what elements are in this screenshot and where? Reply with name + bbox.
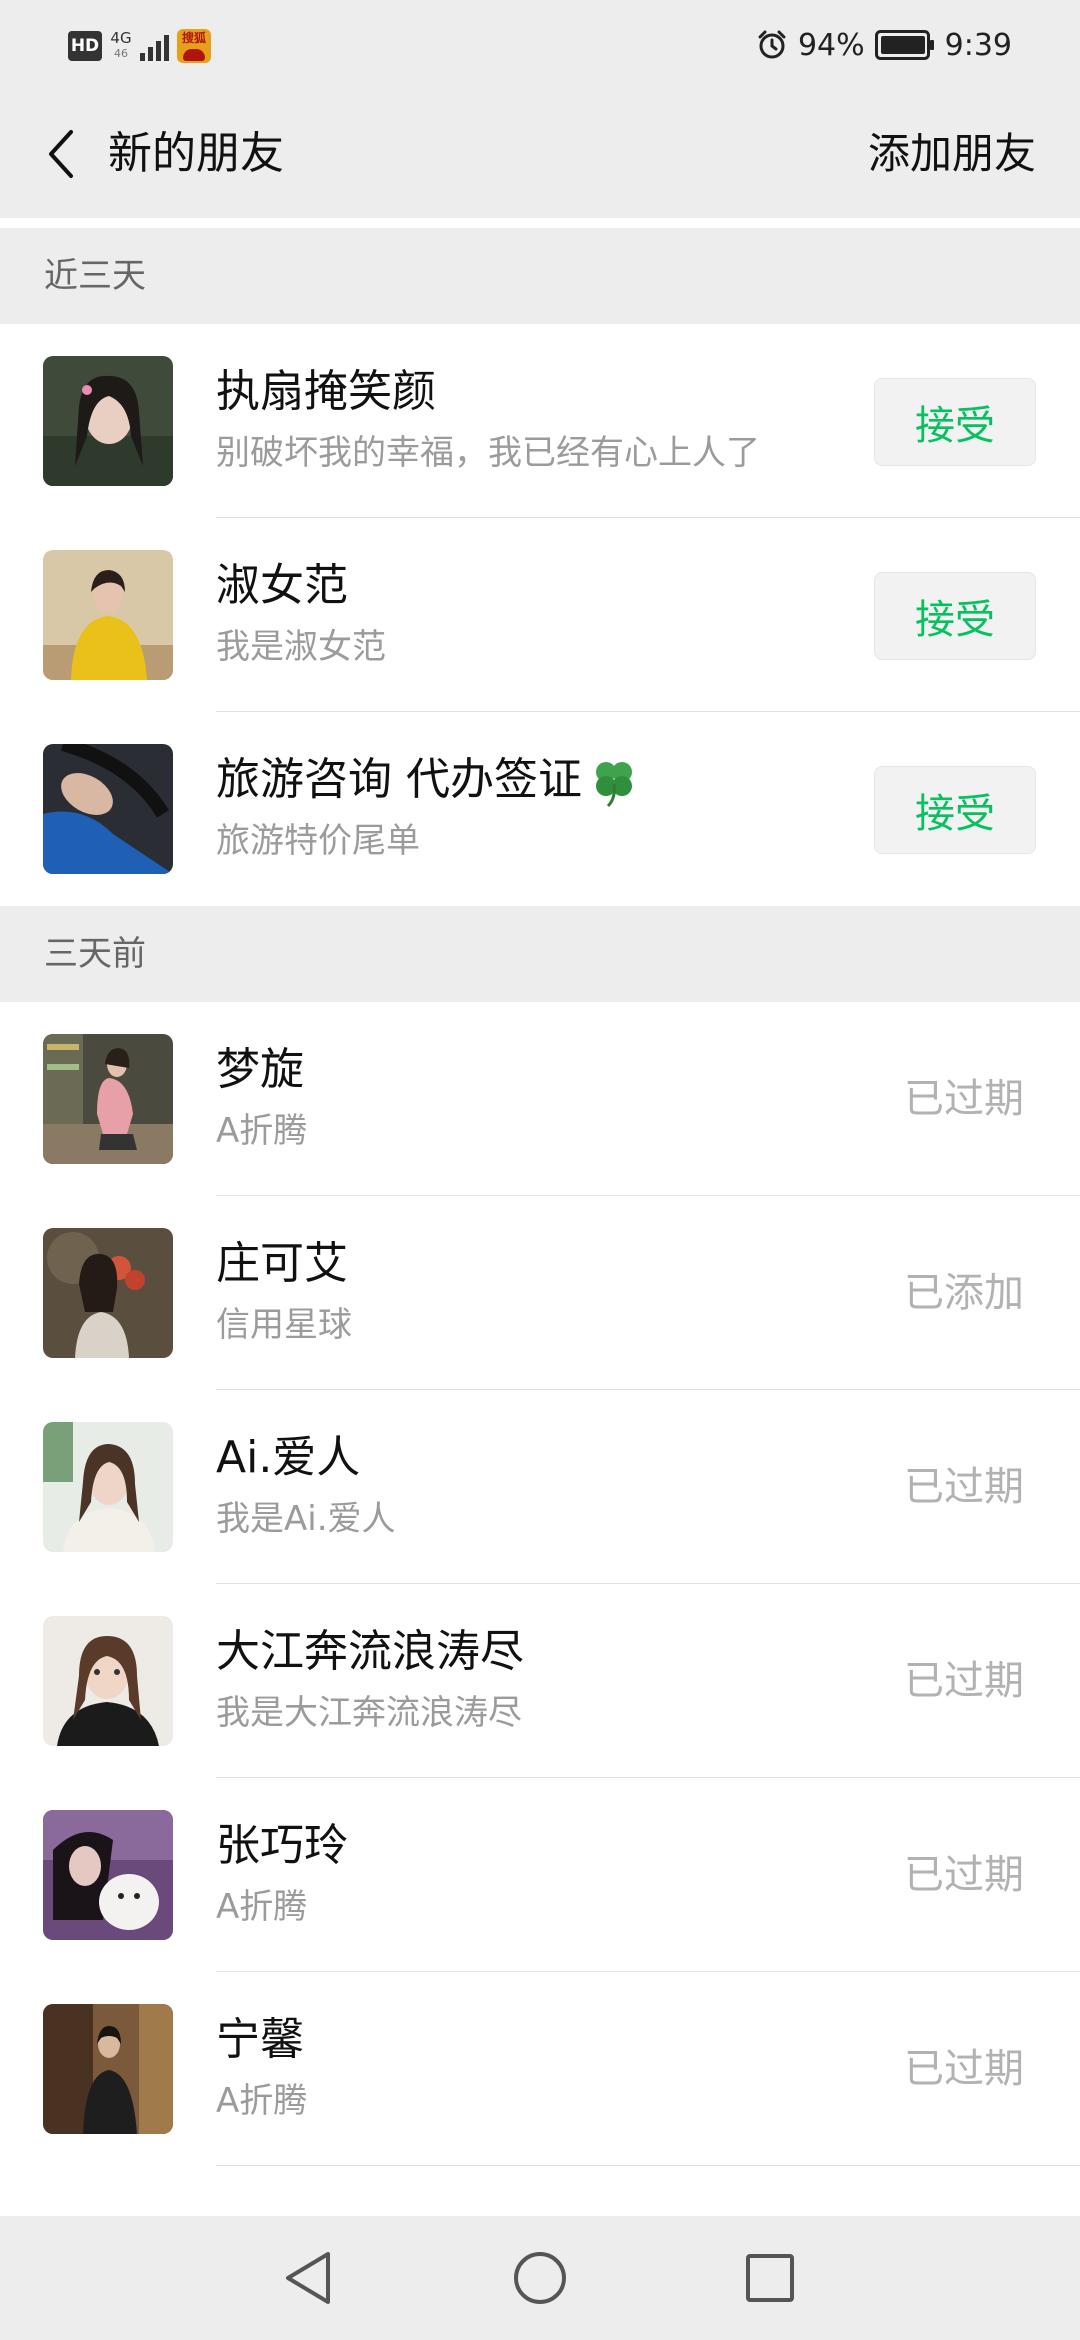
friend-name: 庄可艾 (216, 1238, 348, 1289)
network-type: 4G 46 (110, 31, 132, 61)
friend-name: 淑女范 (216, 560, 348, 611)
friend-request-row[interactable]: 梦旋 A折腾 已过期 (0, 1002, 1080, 1196)
avatar (43, 1034, 173, 1164)
friend-request-row[interactable]: 旅游咨询 代办签证 旅游特价尾单 接受 (0, 712, 1080, 906)
header-bar: 新的朋友 添加朋友 (0, 90, 1080, 218)
add-friend-button[interactable]: 添加朋友 (868, 122, 1036, 186)
battery-percent: 94% (797, 27, 865, 63)
nav-recents-button[interactable] (740, 2248, 800, 2308)
avatar (43, 1810, 173, 1940)
friend-name: 梦旋 (216, 1044, 304, 1095)
request-status: 已过期 (904, 1464, 1024, 1510)
friend-message: A折腾 (216, 1887, 308, 1927)
friend-name: 张巧玲 (216, 1820, 348, 1871)
alarm-icon (756, 29, 788, 61)
back-button[interactable] (30, 118, 90, 190)
request-status: 已过期 (904, 2046, 1024, 2092)
request-status: 已过期 (904, 1076, 1024, 1122)
friend-name: Ai.爱人 (216, 1432, 361, 1483)
divider (216, 2165, 1080, 2166)
status-right-icons: 94% 9:39 (756, 22, 1012, 68)
status-left-icons: HD 4G 46 搜狐 (68, 24, 211, 68)
avatar (43, 356, 173, 486)
accept-button[interactable]: 接受 (874, 766, 1036, 854)
avatar (43, 744, 173, 874)
friend-name-text: 旅游咨询 代办签证 (216, 754, 582, 805)
friend-name: 大江奔流浪涛尽 (216, 1626, 524, 1677)
four-leaf-clover-icon (596, 762, 632, 808)
avatar (43, 1228, 173, 1358)
home-circle-icon (514, 2252, 566, 2304)
accept-button[interactable]: 接受 (874, 378, 1036, 466)
friend-request-row[interactable]: 张巧玲 A折腾 已过期 (0, 1778, 1080, 1972)
section-header-recent: 近三天 (0, 228, 1080, 324)
friend-message: 我是大江奔流浪涛尽 (216, 1693, 522, 1733)
friend-message: 旅游特价尾单 (216, 821, 420, 861)
clock: 9:39 (944, 27, 1012, 63)
battery-icon (874, 30, 935, 60)
avatar (43, 1422, 173, 1552)
network-sub-label: 46 (114, 47, 128, 60)
request-status: 已过期 (904, 1852, 1024, 1898)
app-notification-label: 搜狐 (181, 31, 206, 45)
request-status: 已添加 (904, 1270, 1024, 1316)
system-nav-bar (0, 2216, 1080, 2340)
back-triangle-icon (286, 2252, 330, 2304)
recents-square-icon (746, 2254, 794, 2302)
hd-badge: HD (68, 31, 102, 61)
page-title: 新的朋友 (108, 128, 284, 179)
friend-message: 信用星球 (216, 1305, 352, 1345)
friend-request-row[interactable]: Ai.爱人 我是Ai.爱人 已过期 (0, 1390, 1080, 1584)
network-label: 4G (110, 29, 132, 47)
avatar (43, 550, 173, 680)
section-header-older: 三天前 (0, 906, 1080, 1002)
friend-request-row[interactable]: 宁馨 A折腾 已过期 (0, 1972, 1080, 2166)
friend-message: A折腾 (216, 2081, 308, 2121)
chevron-left-icon (49, 130, 73, 178)
friend-message: 别破坏我的幸福，我已经有心上人了 (216, 433, 760, 473)
friend-request-row[interactable]: 淑女范 我是淑女范 接受 (0, 518, 1080, 712)
friend-request-row[interactable]: 大江奔流浪涛尽 我是大江奔流浪涛尽 已过期 (0, 1584, 1080, 1778)
friend-message: 我是淑女范 (216, 627, 386, 667)
signal-icon (140, 31, 169, 61)
friend-message: A折腾 (216, 1111, 308, 1151)
nav-home-button[interactable] (510, 2248, 570, 2308)
nav-back-button[interactable] (278, 2248, 338, 2308)
avatar (43, 2004, 173, 2134)
request-status: 已过期 (904, 1658, 1024, 1704)
status-bar: HD 4G 46 搜狐 94% 9:39 (0, 0, 1080, 90)
friend-name: 执扇掩笑颜 (216, 366, 436, 417)
app-notification-icon: 搜狐 (177, 29, 211, 63)
friend-request-row[interactable]: 执扇掩笑颜 别破坏我的幸福，我已经有心上人了 接受 (0, 324, 1080, 518)
friend-request-row[interactable]: 庄可艾 信用星球 已添加 (0, 1196, 1080, 1390)
friend-name: 旅游咨询 代办签证 (216, 750, 642, 810)
friend-message: 我是Ai.爱人 (216, 1499, 396, 1539)
avatar (43, 1616, 173, 1746)
accept-button[interactable]: 接受 (874, 572, 1036, 660)
friend-name: 宁馨 (216, 2014, 304, 2065)
